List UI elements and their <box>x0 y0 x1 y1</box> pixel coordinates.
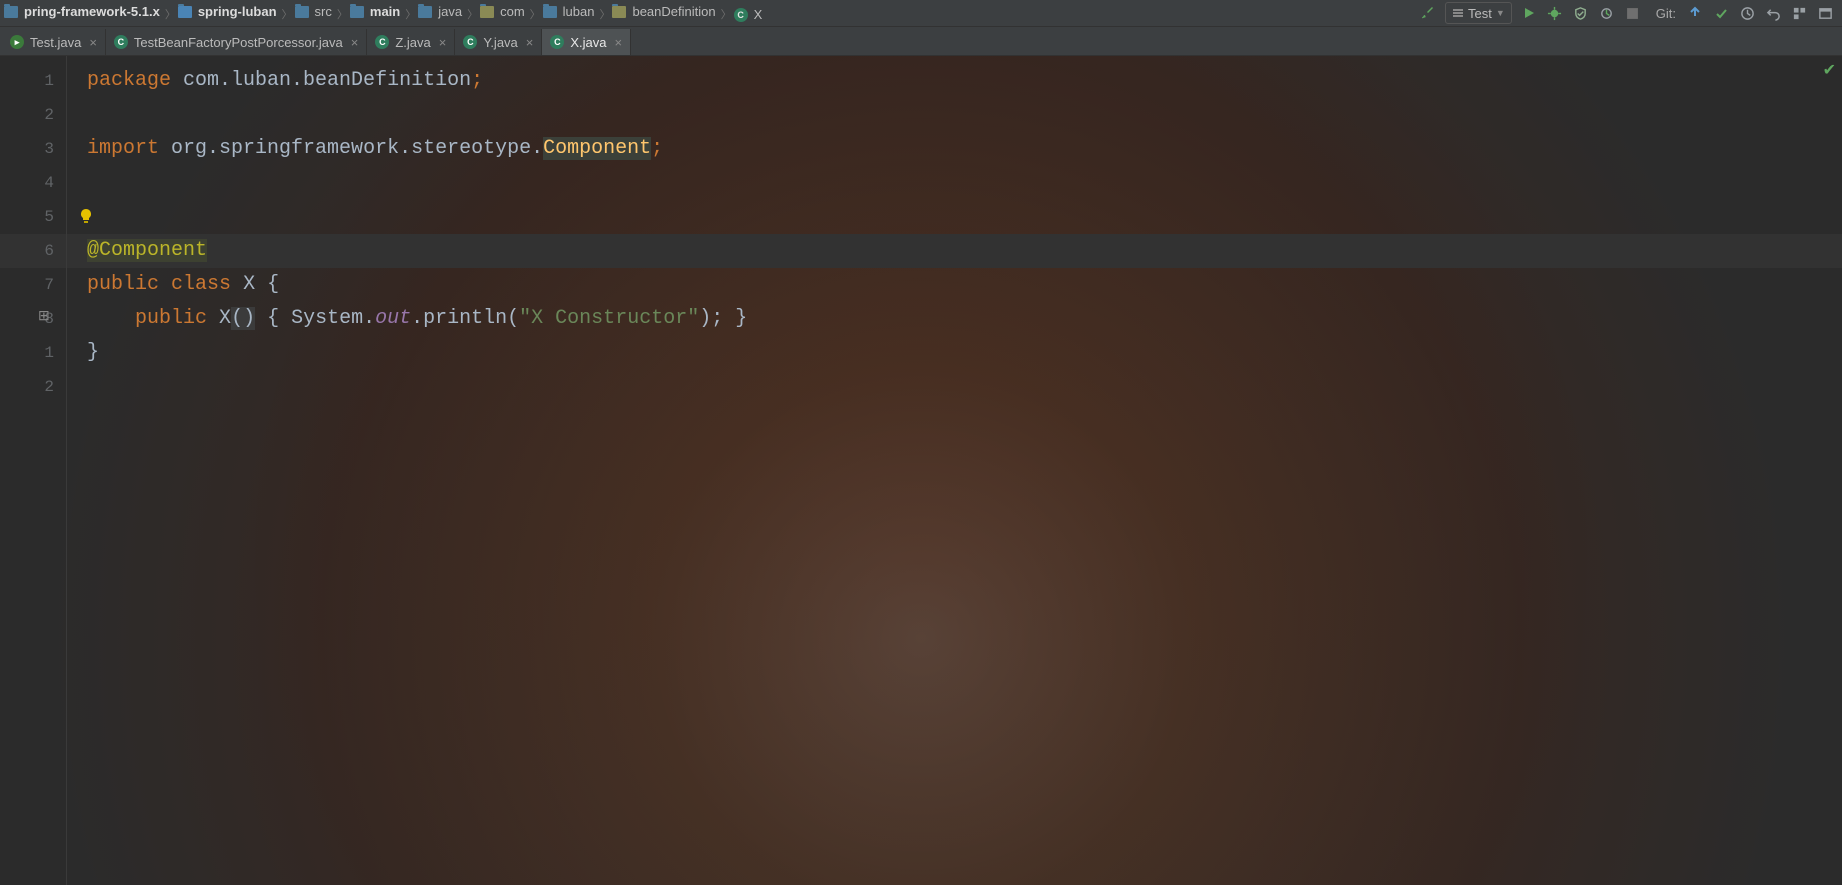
chevron-right-icon: 〉 <box>719 9 734 21</box>
intention-bulb-icon[interactable] <box>78 208 94 224</box>
profiler-icon[interactable] <box>1598 4 1616 22</box>
debug-icon[interactable] <box>1546 4 1564 22</box>
line-number[interactable]: 4 <box>0 166 54 200</box>
breadcrumb-x[interactable]: CX <box>734 7 766 22</box>
line-number-gutter[interactable]: ⊞ 1234567812 <box>0 56 67 885</box>
close-icon[interactable]: × <box>89 35 97 50</box>
breadcrumb-main[interactable]: main <box>350 4 403 19</box>
code-editor[interactable]: ⊞ 1234567812 ✔ package com.luban.beanDef… <box>0 56 1842 885</box>
class-icon: C <box>375 35 389 49</box>
tab-testbeanfactorypostporcessor[interactable]: C TestBeanFactoryPostPorcessor.java × <box>106 29 367 55</box>
close-icon[interactable]: × <box>615 35 623 50</box>
revert-icon[interactable] <box>1764 4 1782 22</box>
breadcrumb-com[interactable]: com <box>480 4 528 19</box>
inspection-ok-icon[interactable]: ✔ <box>1823 60 1836 80</box>
tab-test[interactable]: ▸ Test.java × <box>2 29 106 55</box>
history-icon[interactable] <box>1738 4 1756 22</box>
tab-label: Test.java <box>30 35 81 50</box>
line-number[interactable]: 1 <box>0 336 54 370</box>
git-update-icon[interactable] <box>1686 4 1704 22</box>
code-area[interactable]: package com.luban.beanDefinition; import… <box>67 56 1842 885</box>
tab-label: Y.java <box>483 35 517 50</box>
git-commit-icon[interactable] <box>1712 4 1730 22</box>
line-number[interactable]: 3 <box>0 132 54 166</box>
git-label: Git: <box>1656 6 1676 21</box>
line-number[interactable]: 7 <box>0 268 54 302</box>
run-icon[interactable] <box>1520 4 1538 22</box>
class-icon: ▸ <box>10 35 24 49</box>
line-number[interactable]: 2 <box>0 98 54 132</box>
tab-label: TestBeanFactoryPostPorcessor.java <box>134 35 343 50</box>
tab-label: Z.java <box>395 35 430 50</box>
chevron-right-icon: 〉 <box>163 9 178 21</box>
breadcrumb-pringframework51x[interactable]: pring-framework-5.1.x <box>4 4 163 19</box>
close-icon[interactable]: × <box>439 35 447 50</box>
tab-label: X.java <box>570 35 606 50</box>
chevron-right-icon: 〉 <box>597 9 612 21</box>
close-icon[interactable]: × <box>526 35 534 50</box>
build-icon[interactable] <box>1419 4 1437 22</box>
class-icon: C <box>550 35 564 49</box>
breadcrumb-src[interactable]: src <box>295 4 335 19</box>
class-icon: C <box>463 35 477 49</box>
line-number[interactable]: 1 <box>0 64 54 98</box>
tab-x[interactable]: C X.java × <box>542 29 631 55</box>
stop-icon[interactable] <box>1624 4 1642 22</box>
chevron-right-icon: 〉 <box>528 9 543 21</box>
line-number[interactable]: 2 <box>0 370 54 404</box>
breadcrumb-beandefinition[interactable]: beanDefinition <box>612 4 718 19</box>
navigation-bar: pring-framework-5.1.x〉spring-luban〉src〉m… <box>0 0 1842 27</box>
class-icon: C <box>114 35 128 49</box>
breadcrumb-luban[interactable]: luban <box>543 4 598 19</box>
line-number[interactable]: 6 <box>0 234 54 268</box>
search-everywhere-icon[interactable] <box>1816 4 1834 22</box>
run-config-selector[interactable]: Test ▼ <box>1445 2 1512 24</box>
breadcrumb-springluban[interactable]: spring-luban <box>178 4 280 19</box>
chevron-right-icon: 〉 <box>465 9 480 21</box>
tab-z[interactable]: C Z.java × <box>367 29 455 55</box>
run-config-label: Test <box>1468 6 1492 21</box>
tab-y[interactable]: C Y.java × <box>455 29 542 55</box>
editor-tabs: ▸ Test.java × C TestBeanFactoryPostPorcessor… <box>0 27 1842 56</box>
chevron-right-icon: 〉 <box>280 9 295 21</box>
breadcrumb-java[interactable]: java <box>418 4 465 19</box>
project-structure-icon[interactable] <box>1790 4 1808 22</box>
chevron-down-icon: ▼ <box>1496 8 1505 18</box>
close-icon[interactable]: × <box>351 35 359 50</box>
chevron-right-icon: 〉 <box>403 9 418 21</box>
coverage-icon[interactable] <box>1572 4 1590 22</box>
chevron-right-icon: 〉 <box>335 9 350 21</box>
line-number[interactable]: 5 <box>0 200 54 234</box>
fold-marker-icon[interactable]: ⊞ <box>38 300 50 334</box>
